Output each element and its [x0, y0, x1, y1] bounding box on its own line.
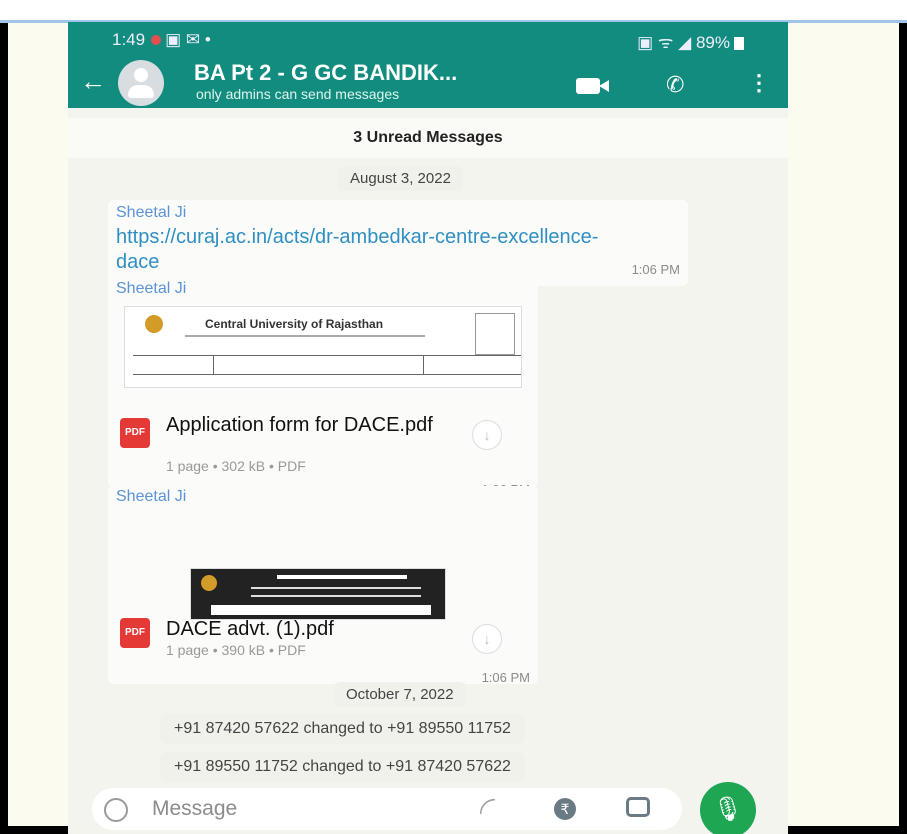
message-time: 1:06 PM: [631, 262, 680, 277]
rupee-icon[interactable]: ₹: [554, 798, 576, 820]
university-logo: [201, 575, 217, 591]
app-bar: 1:49 ▣ ✉ • ▣ ᯤ ◢ 89% ← BA Pt 2 - G GC BAN…: [68, 22, 788, 108]
file-meta: 1 page • 390 kB • PDF: [166, 642, 306, 658]
group-avatar[interactable]: [118, 60, 164, 106]
status-battery: ▣ ᯤ ◢ 89%: [637, 30, 744, 53]
advert-line: [251, 595, 421, 597]
camera-icon[interactable]: [626, 797, 650, 817]
date-divider: August 3, 2022: [338, 166, 463, 191]
link-text[interactable]: https://curaj.ac.in/acts/dr-ambedkar-cen…: [116, 225, 636, 275]
chat-title[interactable]: BA Pt 2 - G GC BANDIK...: [194, 60, 457, 86]
advert-preview[interactable]: [190, 568, 446, 620]
file-name: DACE advt. (1).pdf: [166, 618, 334, 640]
message-pdf-1[interactable]: Sheetal Ji Central University of Rajasth…: [108, 278, 538, 497]
download-icon[interactable]: ↓: [472, 420, 502, 450]
document-preview[interactable]: Central University of Rajasthan: [124, 306, 522, 388]
advert-heading: [277, 575, 407, 579]
phone-screen: 1:49 ▣ ✉ • ▣ ᯤ ◢ 89% ← BA Pt 2 - G GC BAN…: [68, 22, 788, 834]
photo-box: [475, 313, 515, 355]
mic-icon[interactable]: 🎙: [700, 782, 756, 834]
more-options-icon[interactable]: ⋮: [748, 70, 770, 96]
message-time: 1:06 PM: [481, 670, 530, 685]
form-table: [133, 355, 521, 375]
download-icon[interactable]: ↓: [472, 624, 502, 654]
file-name: Application form for DACE.pdf: [166, 414, 433, 436]
sender-name: Sheetal Ji: [116, 280, 187, 297]
sender-name: Sheetal Ji: [116, 204, 187, 221]
notification-icon: [151, 35, 162, 46]
university-logo: [145, 315, 163, 333]
chat-subtitle: only admins can send messages: [196, 86, 400, 102]
pdf-icon: PDF: [120, 418, 150, 448]
system-message: +91 87420 57622 changed to +91 89550 117…: [160, 714, 525, 744]
advert-text: [211, 605, 431, 615]
document-subtitle: [185, 335, 425, 337]
status-time: 1:49 ▣ ✉ •: [112, 30, 211, 49]
advert-line: [251, 587, 421, 589]
unread-banner: 3 Unread Messages: [68, 118, 788, 158]
date-divider: October 7, 2022: [334, 682, 466, 707]
sender-name: Sheetal Ji: [116, 488, 187, 505]
message-pdf-2[interactable]: Sheetal Ji PDF DACE advt. (1).pdf 1 page…: [108, 486, 538, 685]
document-title: Central University of Rajasthan: [205, 317, 384, 331]
battery-icon: [734, 37, 744, 51]
video-call-icon[interactable]: [576, 78, 609, 94]
file-meta: 1 page • 302 kB • PDF: [166, 458, 306, 474]
top-stripe: [0, 0, 907, 23]
phone-call-icon[interactable]: ✆: [666, 72, 684, 98]
message-composer[interactable]: Message ⌒ ₹: [92, 788, 682, 830]
message-input[interactable]: Message: [152, 794, 237, 824]
paperclip-icon[interactable]: ⌒: [472, 791, 510, 829]
message-link[interactable]: Sheetal Ji https://curaj.ac.in/acts/dr-a…: [108, 200, 688, 286]
system-message: +91 89550 11752 changed to +91 87420 576…: [160, 752, 525, 782]
emoji-icon[interactable]: [104, 798, 128, 822]
pdf-icon: PDF: [120, 618, 150, 648]
back-arrow-icon[interactable]: ←: [80, 66, 106, 97]
